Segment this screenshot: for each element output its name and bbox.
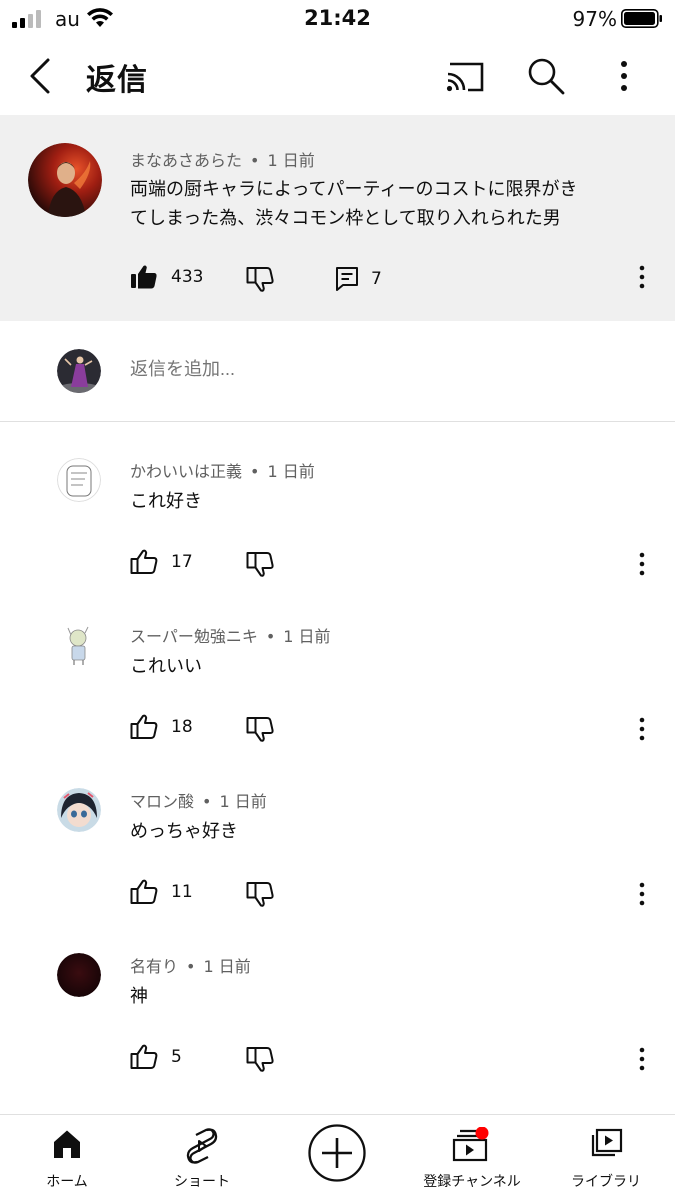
avatar[interactable] [57, 788, 101, 832]
like-count: 11 [171, 882, 193, 902]
notification-dot [475, 1127, 489, 1140]
comment-time: 1 日前 [219, 792, 267, 811]
comment-author[interactable]: スーパー勉強ニキ [130, 627, 258, 646]
like-count: 18 [171, 717, 193, 737]
comment-text: めっちゃ好き [130, 821, 238, 842]
thumbs-up-filled-icon [131, 265, 157, 289]
comment-text: これ好き [130, 491, 202, 512]
avatar[interactable] [57, 953, 101, 997]
comment-time: 1 日前 [267, 462, 315, 481]
nav-label: 登録チャンネル [423, 1174, 521, 1190]
thumbs-down-icon [246, 267, 274, 292]
back-icon[interactable] [22, 54, 62, 98]
like-button[interactable]: 433 [130, 263, 203, 291]
comment-text: これいい [130, 656, 202, 677]
replies-button[interactable]: 7 [334, 265, 382, 293]
like-button[interactable]: 11 [130, 878, 193, 906]
comment-text-line: てしまった為、渋々コモン枠として取り入れられた男 [130, 208, 561, 229]
comment-more-icon[interactable] [632, 550, 652, 578]
meta-separator: • [250, 462, 260, 481]
comment-more-icon[interactable] [632, 263, 652, 291]
comment-text: 神 [130, 986, 148, 1007]
thumbs-down-icon [246, 1047, 274, 1072]
like-count: 433 [171, 267, 204, 287]
comment-text: 両端の厨キャラによってパーティーのコストに限界がき てしまった為、渋々コモン枠と… [130, 175, 650, 233]
comment-more-icon[interactable] [632, 1045, 652, 1073]
bottom-navigation: ホーム ショート 登録チャンネル ライブラリ [0, 1114, 675, 1200]
reply-item: かわいいは正義 • 1 日前 これ好き 17 [0, 440, 675, 604]
add-reply-input[interactable] [130, 359, 362, 380]
comment-more-icon[interactable] [632, 880, 652, 908]
nav-home[interactable]: ホーム [12, 1115, 122, 1201]
thumbs-up-icon [130, 879, 158, 904]
reply-item: 名有り • 1 日前 神 5 [0, 935, 675, 1099]
dislike-button[interactable] [246, 880, 274, 908]
page-title: 返信 [86, 63, 148, 98]
comment-author[interactable]: かわいいは正義 [130, 462, 242, 481]
subscriptions-icon [452, 1127, 489, 1162]
dislike-button[interactable] [246, 715, 274, 743]
reply-count: 7 [371, 269, 382, 289]
home-icon [54, 1130, 80, 1158]
comment-author[interactable]: マロン酸 [130, 792, 194, 811]
thumbs-up-icon [130, 714, 158, 739]
nav-shorts[interactable]: ショート [147, 1115, 257, 1201]
search-icon[interactable] [524, 54, 568, 98]
battery-percent: 97% [572, 7, 617, 31]
nav-subscriptions[interactable]: 登録チャンネル [407, 1115, 537, 1201]
comment-meta: かわいいは正義 • 1 日前 [130, 458, 315, 482]
thumbs-down-icon [246, 552, 274, 577]
more-vertical-icon[interactable] [606, 54, 642, 98]
comment-more-icon[interactable] [632, 715, 652, 743]
comment-text-line: 両端の厨キャラによってパーティーのコストに限界がき [130, 179, 578, 200]
comment-author[interactable]: 名有り [130, 957, 178, 976]
meta-separator: • [202, 792, 212, 811]
shorts-icon [186, 1128, 218, 1164]
avatar [57, 349, 101, 393]
dislike-button[interactable] [246, 1045, 274, 1073]
add-reply-row [0, 321, 675, 422]
dislike-button[interactable] [246, 550, 274, 578]
battery-icon [621, 9, 662, 28]
meta-separator: • [186, 957, 196, 976]
thumbs-up-icon [130, 549, 158, 574]
thumbs-up-icon [130, 1044, 158, 1069]
comment-icon [336, 267, 358, 291]
nav-label: ライブラリ [571, 1174, 641, 1190]
like-count: 5 [171, 1047, 182, 1067]
parent-comment: まなあさあらた • 1 日前 両端の厨キャラによってパーティーのコストに限界がき て… [0, 115, 675, 321]
comment-time: 1 日前 [267, 151, 315, 170]
comment-time: 1 日前 [283, 627, 331, 646]
app-header: 返信 [0, 38, 675, 114]
dislike-button[interactable] [246, 265, 274, 293]
like-count: 17 [171, 552, 193, 572]
thumbs-down-icon [246, 717, 274, 742]
nav-label: ショート [174, 1174, 230, 1190]
status-bar: au 21:42 97% [0, 0, 675, 38]
meta-separator: • [265, 627, 276, 646]
reply-item: マロン酸 • 1 日前 めっちゃ好き 11 [0, 770, 675, 934]
comment-meta: まなあさあらた • 1 日前 [130, 147, 315, 171]
create-plus-icon[interactable] [308, 1124, 366, 1182]
comment-meta: 名有り • 1 日前 [130, 953, 251, 977]
avatar[interactable] [57, 623, 101, 667]
reply-item: スーパー勉強ニキ • 1 日前 これいい 18 [0, 605, 675, 769]
comment-author[interactable]: まなあさあらた [130, 151, 242, 170]
like-button[interactable]: 17 [130, 548, 193, 576]
avatar[interactable] [28, 143, 102, 217]
comment-meta: マロン酸 • 1 日前 [130, 788, 267, 812]
like-button[interactable]: 18 [130, 713, 193, 741]
library-icon [591, 1128, 623, 1157]
like-button[interactable]: 5 [130, 1043, 182, 1071]
cast-icon[interactable] [444, 56, 486, 96]
comment-time: 1 日前 [203, 957, 251, 976]
nav-label: ホーム [46, 1174, 88, 1190]
comment-meta: スーパー勉強ニキ • 1 日前 [130, 623, 331, 647]
meta-separator: • [250, 151, 260, 170]
avatar[interactable] [57, 458, 101, 502]
thumbs-down-icon [246, 882, 274, 907]
nav-library[interactable]: ライブラリ [556, 1115, 656, 1201]
